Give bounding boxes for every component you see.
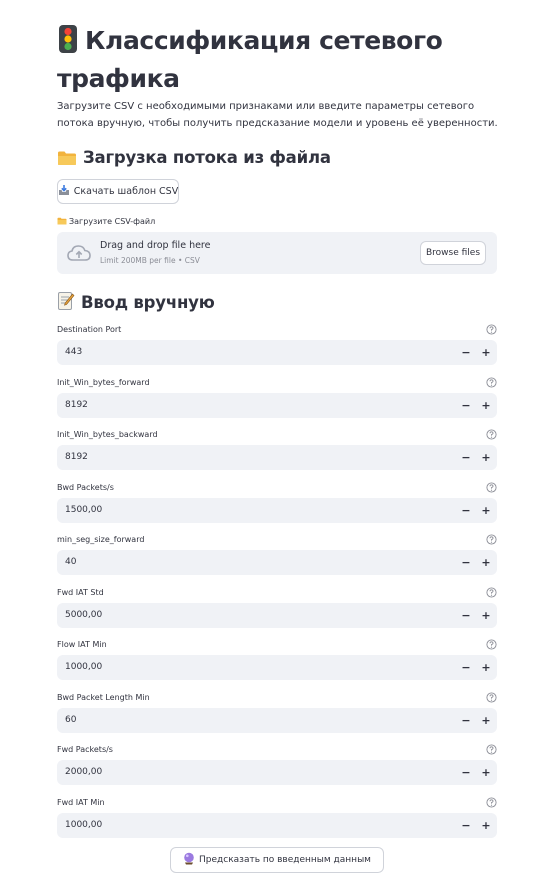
- flow-iat-min-input[interactable]: 1000,00 − +: [57, 655, 497, 680]
- page-description: Загрузите CSV с необходимыми признаками …: [57, 101, 498, 129]
- decrement-button[interactable]: −: [456, 550, 476, 575]
- download-template-label: Скачать шаблон CSV: [73, 186, 179, 197]
- fwd-iat-std-value[interactable]: 5000,00: [65, 603, 102, 628]
- decrement-button[interactable]: −: [456, 708, 476, 733]
- decrement-button[interactable]: −: [456, 813, 476, 838]
- traffic-light-icon: [57, 24, 79, 62]
- decrement-button[interactable]: −: [456, 340, 476, 365]
- field-label-bwd-packets-s: Bwd Packets/s: [57, 483, 114, 492]
- help-circle-icon[interactable]: [486, 482, 497, 493]
- bwd-packets-s-value[interactable]: 1500,00: [65, 498, 102, 523]
- increment-button[interactable]: +: [476, 708, 496, 733]
- uploader-label: Загрузите CSV-файл: [57, 217, 155, 227]
- min-seg-size-forward-value[interactable]: 40: [65, 550, 76, 575]
- field-label-init-win-bytes-forward: Init_Win_bytes_forward: [57, 378, 150, 387]
- field-label-fwd-iat-min: Fwd IAT Min: [57, 798, 105, 807]
- page-title: Классификация сетевого трафика: [57, 24, 497, 95]
- help-circle-icon[interactable]: [486, 534, 497, 545]
- inbox-tray-icon: [58, 184, 70, 199]
- decrement-button[interactable]: −: [456, 760, 476, 785]
- help-circle-icon[interactable]: [486, 377, 497, 388]
- decrement-button[interactable]: −: [456, 445, 476, 470]
- fwd-iat-min-value[interactable]: 1000,00: [65, 813, 102, 838]
- help-circle-icon[interactable]: [486, 639, 497, 650]
- fwd-iat-min-input[interactable]: 1000,00 − +: [57, 813, 497, 838]
- field-label-fwd-packets-s: Fwd Packets/s: [57, 745, 113, 754]
- decrement-button[interactable]: −: [456, 603, 476, 628]
- field-label-bwd-packet-length-min: Bwd Packet Length Min: [57, 693, 150, 702]
- help-circle-icon[interactable]: [486, 692, 497, 703]
- increment-button[interactable]: +: [476, 445, 496, 470]
- help-circle-icon[interactable]: [486, 324, 497, 335]
- folder-icon: [57, 217, 67, 227]
- memo-icon: [57, 291, 75, 317]
- fwd-packets-s-value[interactable]: 2000,00: [65, 760, 102, 785]
- increment-button[interactable]: +: [476, 340, 496, 365]
- init-win-bytes-backward-value[interactable]: 8192: [65, 445, 88, 470]
- increment-button[interactable]: +: [476, 655, 496, 680]
- predict-button-label: Предсказать по введенным данным: [199, 855, 371, 865]
- decrement-button[interactable]: −: [456, 655, 476, 680]
- field-label-init-win-bytes-backward: Init_Win_bytes_backward: [57, 430, 158, 439]
- min-seg-size-forward-input[interactable]: 40 − +: [57, 550, 497, 575]
- init-win-bytes-forward-input[interactable]: 8192 − +: [57, 393, 497, 418]
- help-circle-icon[interactable]: [486, 797, 497, 808]
- dropzone-text: Drag and drop file here: [100, 240, 211, 251]
- manual-section-heading: Ввод вручную: [57, 291, 215, 317]
- folder-icon: [57, 150, 77, 172]
- init-win-bytes-forward-value[interactable]: 8192: [65, 393, 88, 418]
- file-section-heading: Загрузка потока из файла: [57, 147, 331, 172]
- bwd-packets-s-input[interactable]: 1500,00 − +: [57, 498, 497, 523]
- crystal-ball-icon: [183, 852, 195, 868]
- download-template-button[interactable]: Скачать шаблон CSV: [57, 179, 179, 204]
- increment-button[interactable]: +: [476, 813, 496, 838]
- field-label-min-seg-size-forward: min_seg_size_forward: [57, 535, 145, 544]
- cloud-upload-icon: [67, 244, 91, 266]
- manual-section-title: Ввод вручную: [81, 293, 215, 312]
- increment-button[interactable]: +: [476, 393, 496, 418]
- dropzone-hint: Limit 200MB per file • CSV: [100, 256, 200, 265]
- help-circle-icon[interactable]: [486, 587, 497, 598]
- predict-button[interactable]: Предсказать по введенным данным: [170, 847, 384, 873]
- file-dropzone[interactable]: Drag and drop file here Limit 200MB per …: [57, 232, 497, 274]
- bwd-packet-length-min-value[interactable]: 60: [65, 708, 76, 733]
- page-title-text: Классификация сетевого трафика: [57, 26, 443, 93]
- uploader-label-text: Загрузите CSV-файл: [69, 217, 156, 226]
- destination-port-value[interactable]: 443: [65, 340, 82, 365]
- help-circle-icon[interactable]: [486, 429, 497, 440]
- increment-button[interactable]: +: [476, 760, 496, 785]
- bwd-packet-length-min-input[interactable]: 60 − +: [57, 708, 497, 733]
- decrement-button[interactable]: −: [456, 498, 476, 523]
- init-win-bytes-backward-input[interactable]: 8192 − +: [57, 445, 497, 470]
- flow-iat-min-value[interactable]: 1000,00: [65, 655, 102, 680]
- decrement-button[interactable]: −: [456, 393, 476, 418]
- file-section-title: Загрузка потока из файла: [83, 148, 331, 167]
- field-label-fwd-iat-std: Fwd IAT Std: [57, 588, 104, 597]
- fwd-packets-s-input[interactable]: 2000,00 − +: [57, 760, 497, 785]
- field-label-flow-iat-min: Flow IAT Min: [57, 640, 107, 649]
- increment-button[interactable]: +: [476, 498, 496, 523]
- help-circle-icon[interactable]: [486, 744, 497, 755]
- fwd-iat-std-input[interactable]: 5000,00 − +: [57, 603, 497, 628]
- browse-files-button[interactable]: Browse files: [420, 241, 486, 265]
- increment-button[interactable]: +: [476, 550, 496, 575]
- increment-button[interactable]: +: [476, 603, 496, 628]
- field-label-destination-port: Destination Port: [57, 325, 122, 334]
- destination-port-input[interactable]: 443 − +: [57, 340, 497, 365]
